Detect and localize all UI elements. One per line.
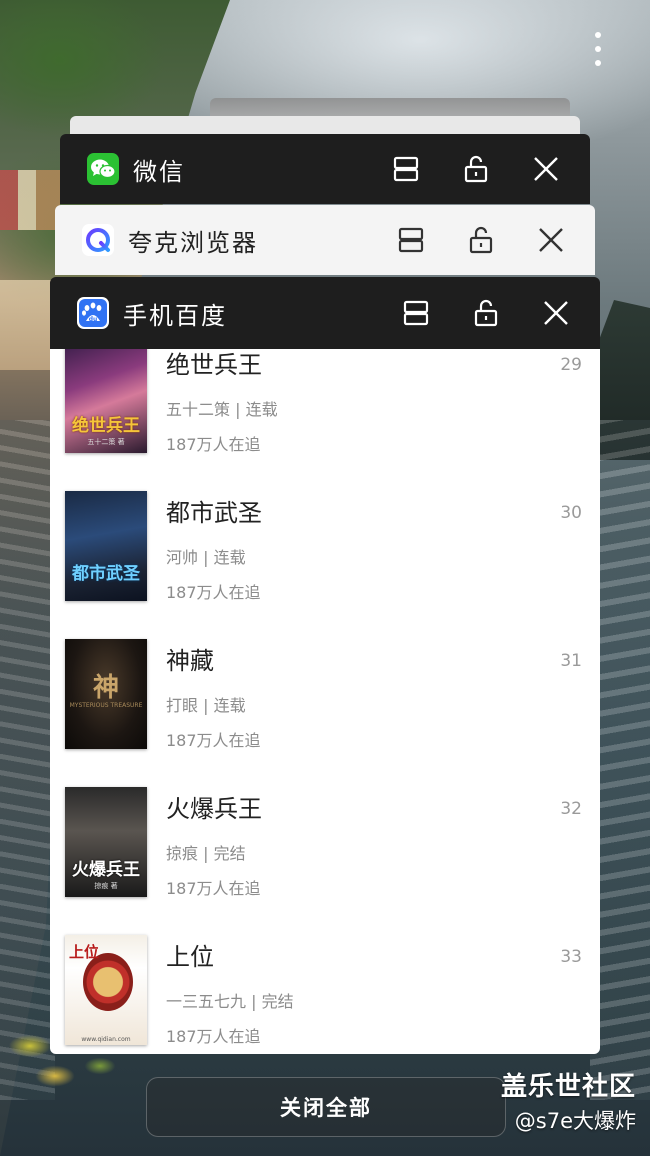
book-rank: 30 [560, 503, 582, 523]
book-title: 绝世兵王 [166, 351, 262, 379]
book-rank: 32 [560, 799, 582, 819]
book-cover: 火爆兵王 掠痕 著 [65, 787, 147, 897]
app-card-quark-browser[interactable]: 夸克浏览器 [55, 205, 595, 275]
book-title: 上位 [166, 943, 214, 971]
list-item[interactable]: 神 MYSTERIOUS TREASURE 神藏 打眼 | 连载 187万人在追… [50, 625, 600, 773]
split-screen-icon[interactable] [384, 147, 428, 191]
book-cover: 绝世兵王 五十二策 著 [65, 349, 147, 453]
app-name: 手机百度 [123, 301, 227, 330]
split-screen-icon[interactable] [394, 291, 438, 335]
wechat-icon [87, 153, 119, 185]
watermark-user: @s7e大爆炸 [514, 1109, 636, 1133]
cover-url: www.qidian.com [81, 1036, 131, 1043]
book-followers: 187万人在追 [166, 1027, 261, 1046]
book-meta: 掠痕 | 完结 [166, 844, 246, 863]
book-followers: 187万人在追 [166, 435, 261, 454]
unlock-icon[interactable] [464, 291, 508, 335]
split-screen-icon[interactable] [389, 218, 433, 262]
more-vertical-icon[interactable] [592, 32, 604, 66]
cover-title: 都市武圣 [72, 564, 140, 584]
book-cover: 都市武圣 [65, 491, 147, 601]
app-card-header[interactable]: du 手机百度 [50, 277, 600, 349]
book-rank: 29 [560, 355, 582, 375]
app-card-baidu[interactable]: du 手机百度 绝世兵王 五十二策 著 绝世兵王 五十二策 | 连载 187万人… [50, 277, 600, 1054]
cover-author: MYSTERIOUS TREASURE [69, 702, 143, 709]
cover-author: 掠痕 著 [94, 882, 118, 890]
book-followers: 187万人在追 [166, 583, 261, 602]
cover-title: 火爆兵王 [72, 860, 140, 880]
list-item[interactable]: 火爆兵王 掠痕 著 火爆兵王 掠痕 | 完结 187万人在追 32 [50, 773, 600, 921]
list-item[interactable]: 上位 www.qidian.com 上位 一三五七九 | 完结 187万人在追 … [50, 921, 600, 1054]
watermark: 盖乐世社区 @s7e大爆炸 [501, 1066, 636, 1135]
list-item[interactable]: 都市武圣 都市武圣 河帅 | 连载 187万人在追 30 [50, 477, 600, 625]
svg-text:du: du [89, 316, 98, 323]
book-cover: 神 MYSTERIOUS TREASURE [65, 639, 147, 749]
quark-browser-icon [82, 224, 114, 256]
close-all-button[interactable]: 关闭全部 [146, 1077, 506, 1137]
list-item[interactable]: 绝世兵王 五十二策 著 绝世兵王 五十二策 | 连载 187万人在追 29 [50, 349, 600, 477]
cover-title: 绝世兵王 [72, 416, 140, 436]
app-card-header[interactable]: 夸克浏览器 [55, 205, 595, 275]
book-title: 都市武圣 [166, 499, 262, 527]
wallpaper-houses [0, 280, 52, 370]
cover-author: 五十二策 著 [87, 438, 125, 446]
book-meta: 一三五七九 | 完结 [166, 992, 294, 1011]
close-icon[interactable] [534, 291, 578, 335]
baidu-icon: du [77, 297, 109, 329]
cover-title: 神 [92, 673, 119, 703]
book-followers: 187万人在追 [166, 731, 261, 750]
book-title: 火爆兵王 [166, 795, 262, 823]
book-meta: 打眼 | 连载 [166, 696, 246, 715]
close-icon[interactable] [529, 218, 573, 262]
book-rank: 33 [560, 947, 582, 967]
book-rank: 31 [560, 651, 582, 671]
app-preview[interactable]: 绝世兵王 五十二策 著 绝世兵王 五十二策 | 连载 187万人在追 29 都市… [50, 349, 600, 1054]
wallpaper-sea [0, 420, 55, 1100]
cover-artwork [83, 953, 133, 1011]
book-followers: 187万人在追 [166, 879, 261, 898]
app-card-wechat[interactable]: 微信 [60, 134, 590, 204]
app-name: 夸克浏览器 [128, 228, 258, 257]
book-meta: 五十二策 | 连载 [166, 400, 278, 419]
book-cover: 上位 www.qidian.com [65, 935, 147, 1045]
app-name: 微信 [133, 157, 185, 186]
close-icon[interactable] [524, 147, 568, 191]
book-meta: 河帅 | 连载 [166, 548, 246, 567]
wallpaper-houses [0, 170, 60, 230]
app-card-header[interactable]: 微信 [60, 134, 590, 204]
cover-title: 上位 [69, 943, 100, 961]
unlock-icon[interactable] [454, 147, 498, 191]
watermark-site: 盖乐世社区 [500, 1072, 636, 1102]
book-title: 神藏 [166, 647, 214, 675]
unlock-icon[interactable] [459, 218, 503, 262]
